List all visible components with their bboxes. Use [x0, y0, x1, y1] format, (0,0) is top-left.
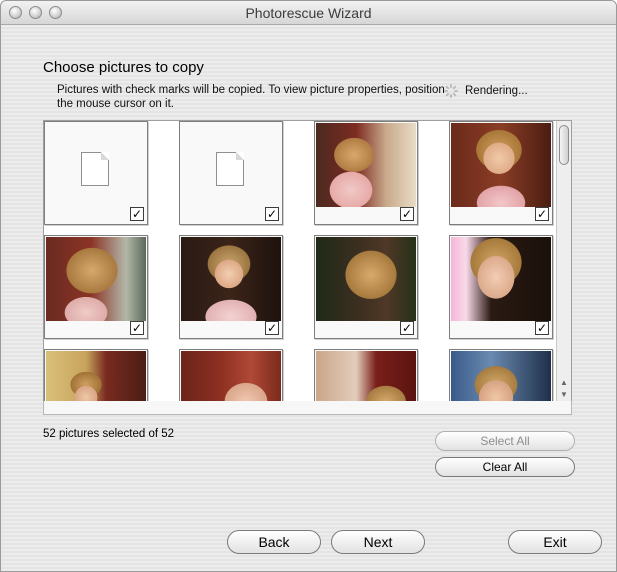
photo-image	[181, 351, 281, 401]
exit-button[interactable]: Exit	[508, 530, 602, 554]
vertical-scrollbar[interactable]: ▲ ▼	[556, 121, 571, 401]
rendering-label: Rendering...	[465, 85, 528, 97]
photo-image	[451, 351, 551, 401]
thumbnail-item[interactable]	[449, 349, 553, 401]
photo-image	[316, 123, 416, 207]
next-button[interactable]: Next	[331, 530, 425, 554]
scroll-up-arrow-icon[interactable]: ▲	[560, 378, 568, 387]
thumbnail-grid[interactable]: ✓ ✓ ✓ ✓ ✓ ✓ ✓ ✓ ▲ ▼	[43, 120, 572, 402]
document-icon	[81, 152, 109, 186]
photo-image	[451, 237, 551, 321]
select-checkbox[interactable]: ✓	[400, 321, 414, 335]
title-bar: Photorescue Wizard	[1, 1, 616, 25]
photo-image	[181, 237, 281, 321]
back-button[interactable]: Back	[227, 530, 321, 554]
select-checkbox[interactable]: ✓	[535, 207, 549, 221]
thumbnail-item[interactable]: ✓	[449, 235, 553, 339]
wizard-window: Photorescue Wizard Choose pictures to co…	[0, 0, 617, 572]
grid-footer-strip	[43, 401, 572, 415]
instructions-text: Pictures with check marks will be copied…	[57, 84, 445, 110]
select-checkbox[interactable]: ✓	[535, 321, 549, 335]
thumbnail-item[interactable]	[314, 349, 418, 401]
thumbnail-item[interactable]: ✓	[179, 121, 283, 225]
photo-image	[46, 237, 146, 321]
select-checkbox[interactable]: ✓	[400, 207, 414, 221]
thumbnail-item[interactable]: ✓	[449, 121, 553, 225]
thumbnail-item[interactable]: ✓	[179, 235, 283, 339]
select-all-button[interactable]: Select All	[435, 431, 575, 451]
select-checkbox[interactable]: ✓	[130, 207, 144, 221]
photo-image	[46, 351, 146, 401]
thumbnail-item[interactable]: ✓	[44, 235, 148, 339]
window-title: Photorescue Wizard	[245, 5, 372, 21]
select-checkbox[interactable]: ✓	[130, 321, 144, 335]
photo-image	[316, 351, 416, 401]
thumbnail-item[interactable]: ✓	[314, 235, 418, 339]
scroll-down-arrow-icon[interactable]: ▼	[560, 390, 568, 399]
photo-image	[316, 237, 416, 321]
select-checkbox[interactable]: ✓	[265, 321, 279, 335]
photo-image	[451, 123, 551, 207]
clear-all-button[interactable]: Clear All	[435, 457, 575, 477]
thumbnail-item[interactable]	[44, 349, 148, 401]
thumbnail-item[interactable]: ✓	[314, 121, 418, 225]
document-icon	[216, 152, 244, 186]
rendering-status: Rendering...	[443, 83, 528, 99]
scrollbar-thumb[interactable]	[559, 125, 569, 165]
thumbnail-item[interactable]	[179, 349, 283, 401]
page-heading: Choose pictures to copy	[43, 59, 204, 76]
thumbnail-item[interactable]: ✓	[44, 121, 148, 225]
select-checkbox[interactable]: ✓	[265, 207, 279, 221]
spinner-icon	[443, 83, 459, 99]
selection-status: 52 pictures selected of 52	[43, 428, 175, 440]
